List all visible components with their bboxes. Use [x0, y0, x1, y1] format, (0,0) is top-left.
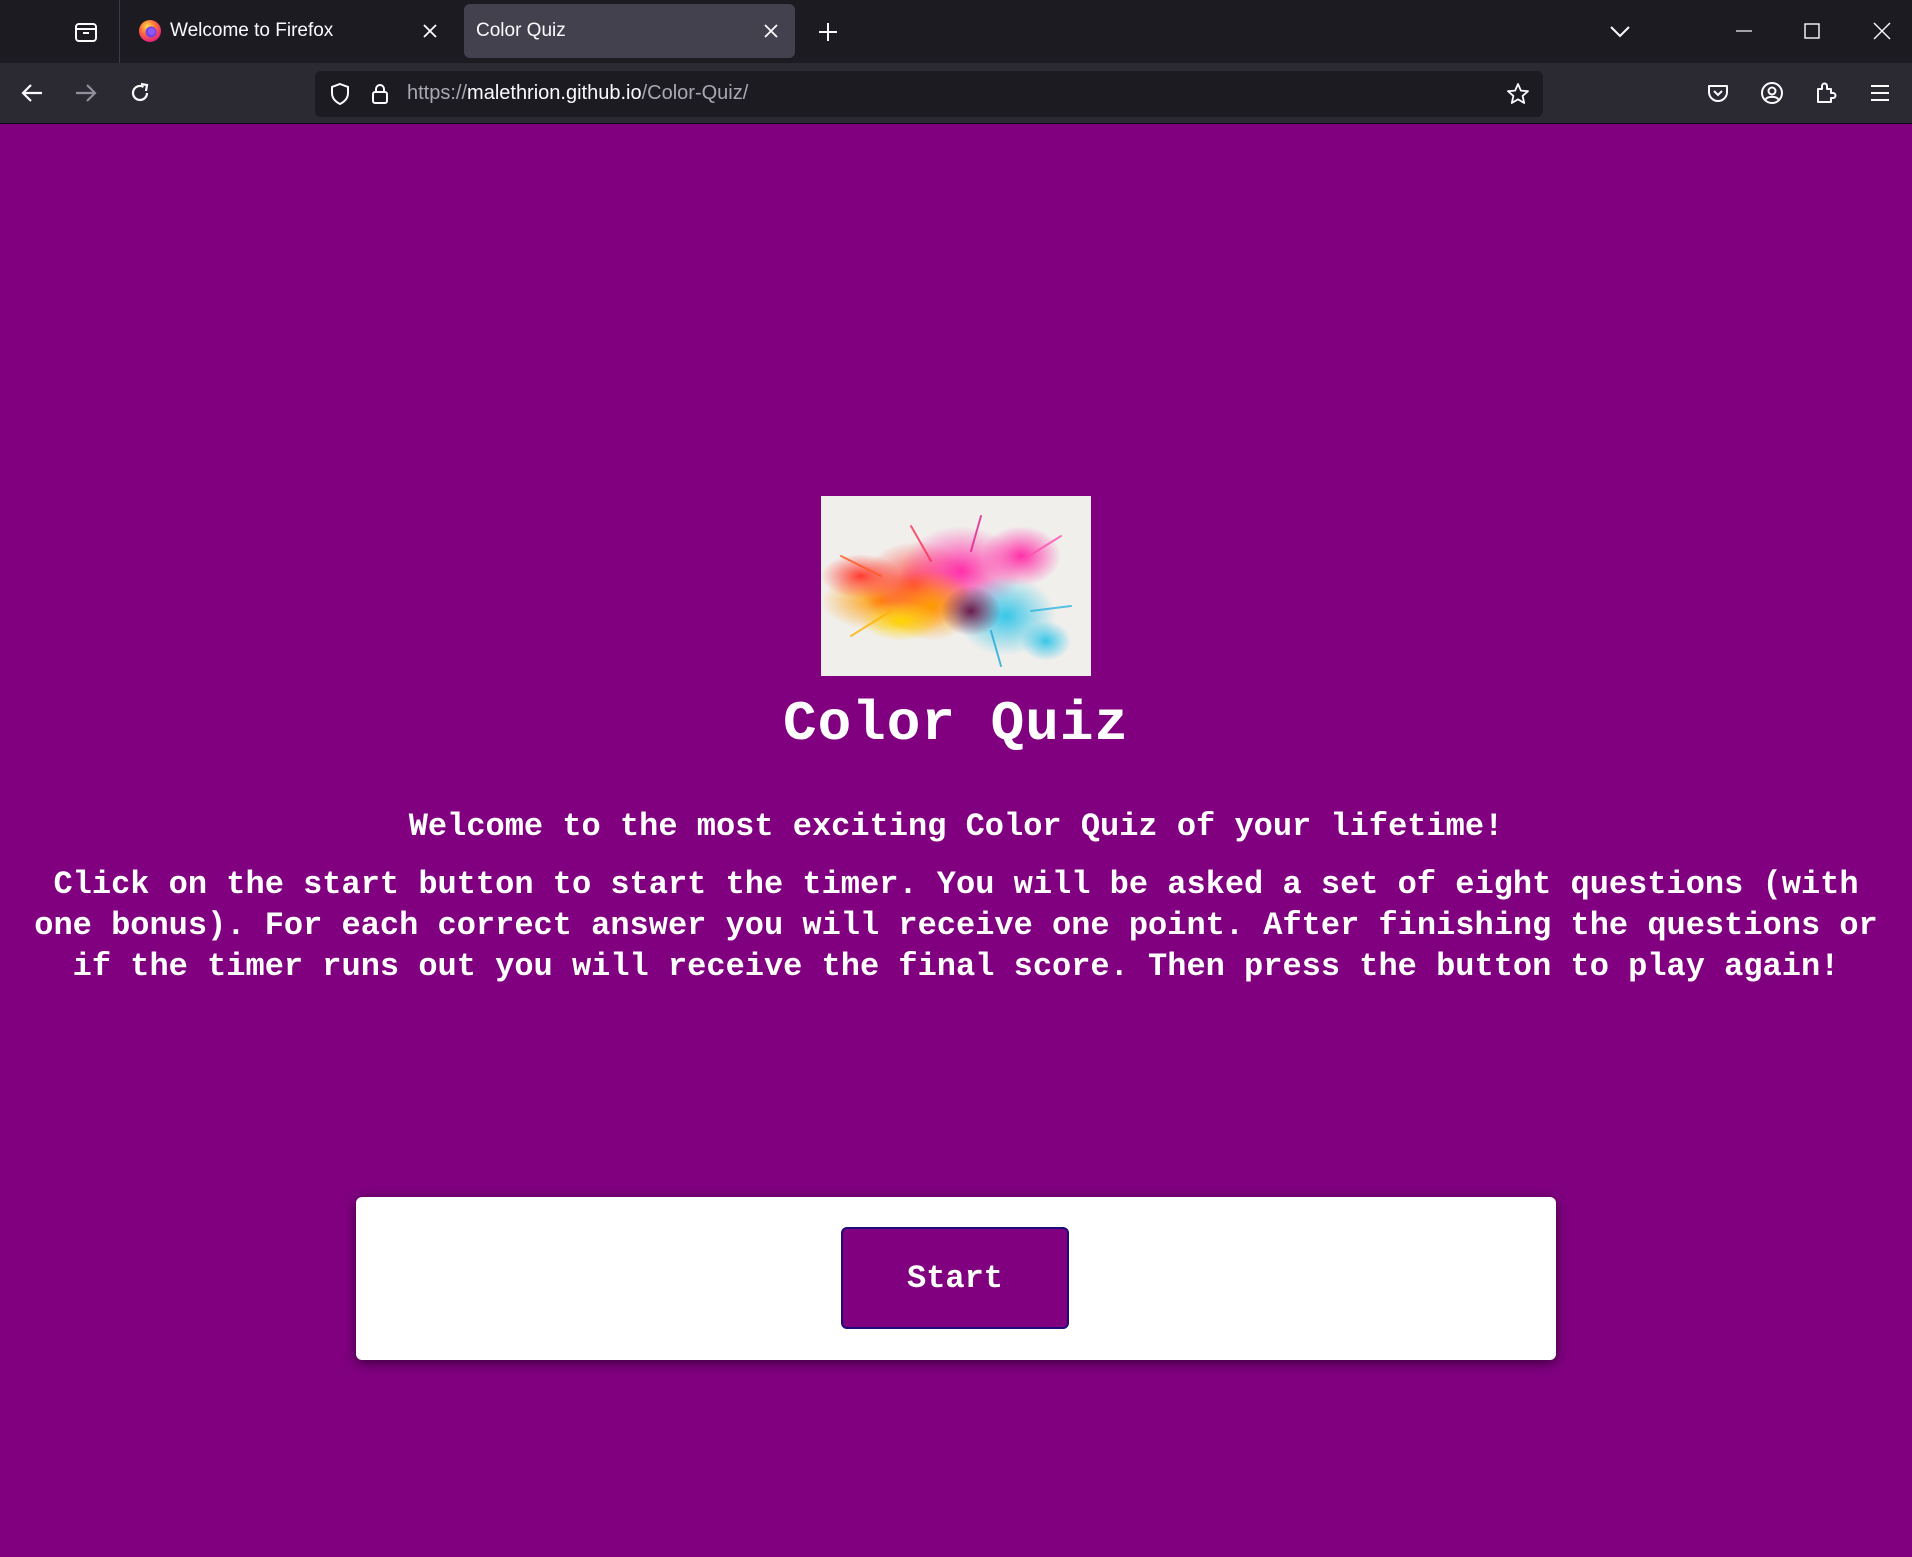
tab-color-quiz[interactable]: Color Quiz: [464, 4, 795, 58]
firefox-view-icon: [75, 23, 97, 42]
pocket-button[interactable]: [1698, 73, 1738, 113]
url-host: malethrion.github.io: [467, 82, 642, 104]
extensions-button[interactable]: [1806, 73, 1846, 113]
chevron-down-icon: [1610, 26, 1630, 38]
close-icon: [1873, 22, 1891, 40]
page-title: Color Quiz: [782, 692, 1130, 756]
account-icon: [1761, 82, 1783, 104]
welcome-text: Welcome to the most exciting Color Quiz …: [408, 808, 1504, 845]
firefox-view-button[interactable]: [60, 12, 112, 52]
account-button[interactable]: [1752, 73, 1792, 113]
start-button[interactable]: Start: [841, 1227, 1069, 1329]
bookmark-star-icon[interactable]: [1503, 79, 1533, 109]
forward-arrow-icon: [76, 84, 97, 102]
hamburger-menu-icon: [1871, 85, 1889, 101]
firefox-icon: [138, 19, 162, 43]
close-tab-icon[interactable]: [753, 13, 789, 49]
lock-icon[interactable]: [365, 79, 395, 109]
reload-button[interactable]: [120, 73, 160, 113]
quiz-page: Color Quiz Welcome to the most exciting …: [0, 124, 1912, 1557]
new-tab-button[interactable]: [808, 12, 848, 52]
reload-icon: [131, 82, 149, 102]
tab-separator: [119, 0, 120, 63]
navigation-toolbar: https://malethrion.github.io/Color-Quiz/: [0, 63, 1912, 124]
close-tab-icon[interactable]: [412, 13, 448, 49]
maximize-button[interactable]: [1784, 6, 1840, 56]
minimize-icon: [1736, 30, 1752, 32]
back-arrow-icon: [21, 84, 42, 102]
plus-icon: [819, 23, 837, 41]
list-all-tabs-button[interactable]: [1600, 12, 1640, 52]
back-button[interactable]: [12, 73, 52, 113]
maximize-icon: [1804, 23, 1820, 39]
quiz-card: Start: [356, 1197, 1556, 1360]
tab-label: Color Quiz: [476, 20, 566, 41]
address-bar[interactable]: https://malethrion.github.io/Color-Quiz/: [315, 71, 1543, 117]
minimize-button[interactable]: [1716, 6, 1772, 56]
url-scheme: https://: [407, 82, 468, 104]
color-splash-image: [821, 496, 1091, 676]
url-path: /Color-Quiz/: [641, 82, 749, 104]
tab-welcome-to-firefox[interactable]: Welcome to Firefox: [124, 4, 454, 58]
url-text[interactable]: https://malethrion.github.io/Color-Quiz/: [407, 82, 748, 105]
tracking-protection-shield-icon[interactable]: [325, 79, 355, 109]
puzzle-piece-icon: [1817, 82, 1837, 103]
tab-label: Welcome to Firefox: [170, 20, 334, 41]
forward-button[interactable]: [66, 73, 106, 113]
instructions-text: Click on the start button to start the t…: [34, 866, 1878, 985]
pocket-icon: [1708, 85, 1728, 102]
tab-bar: Welcome to Firefox Color Quiz: [0, 0, 1912, 63]
close-window-button[interactable]: [1854, 6, 1910, 56]
app-menu-button[interactable]: [1860, 73, 1900, 113]
